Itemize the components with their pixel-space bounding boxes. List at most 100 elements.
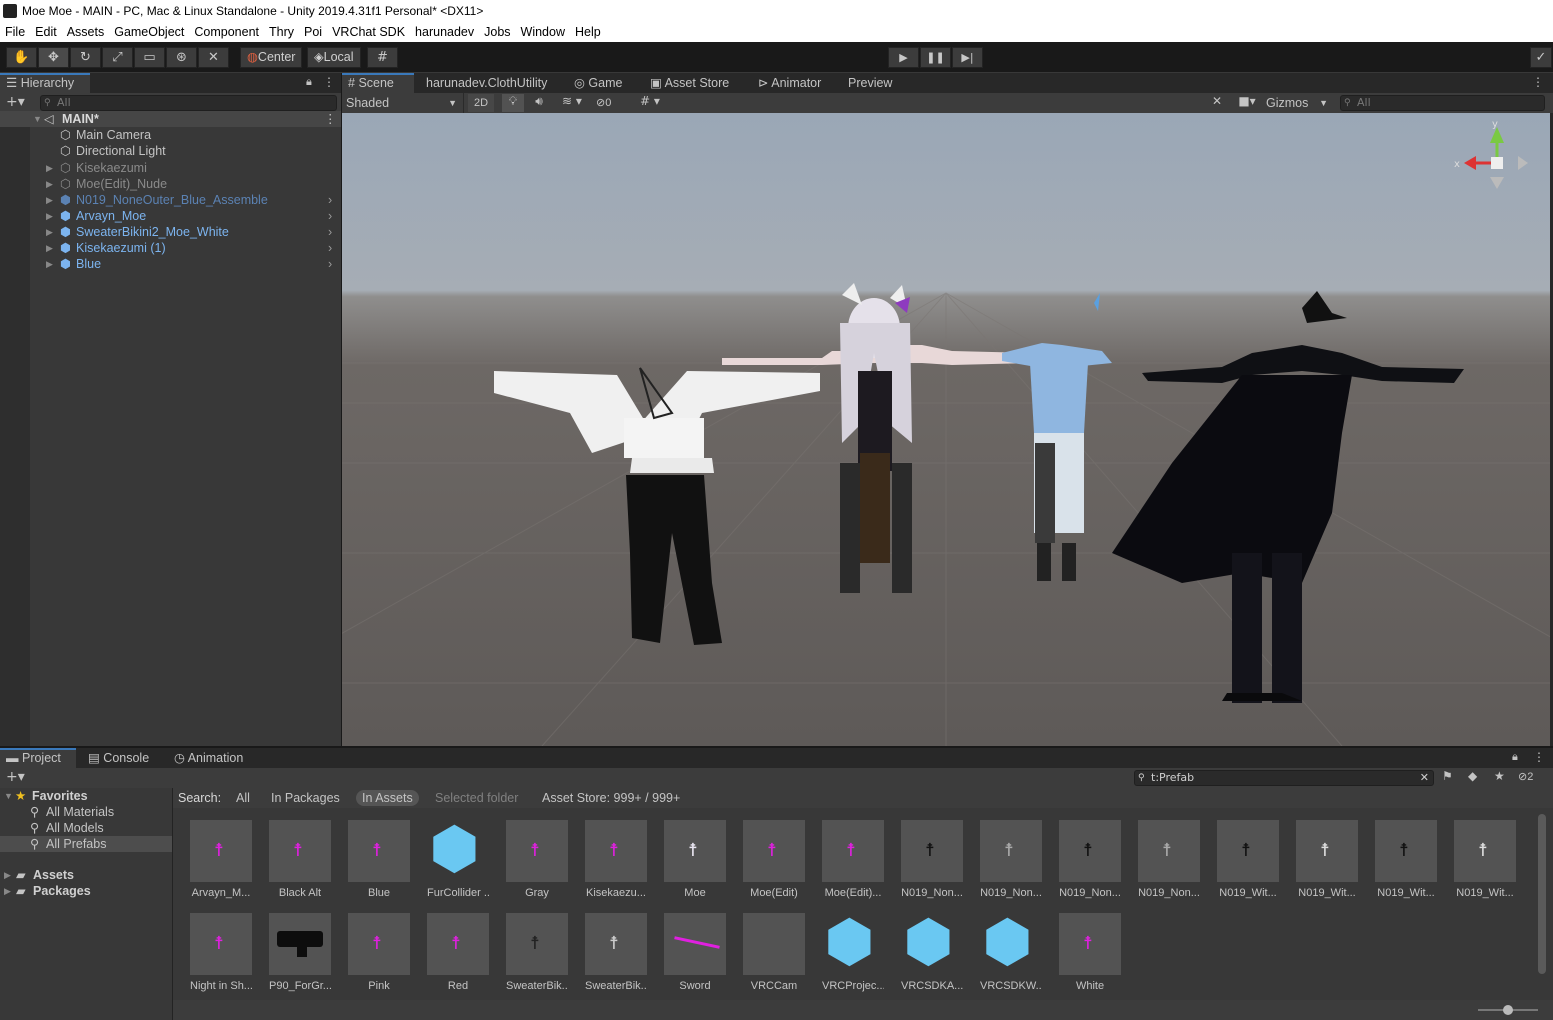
hierarchy-item[interactable]: ▶ ⬡ Kisekaezumi <box>0 160 341 176</box>
audio-toggle-icon[interactable]: 🔊︎ <box>528 94 550 112</box>
effects-dropdown-icon[interactable]: ≋ ▾ <box>554 94 590 112</box>
scope-in-assets[interactable]: In Assets <box>356 790 419 806</box>
scope-selected-folder[interactable]: Selected folder <box>435 788 518 808</box>
rect-tool-icon[interactable]: ▭ <box>134 47 165 68</box>
tab-animation[interactable]: ◷ Animation <box>168 748 249 768</box>
favorites-header[interactable]: ▼ ★ Favorites <box>0 788 172 804</box>
panel-menu-icon[interactable]: ⋮ <box>1532 75 1544 89</box>
clear-search-icon[interactable]: ✕ <box>1420 771 1429 785</box>
hidden-objects-toggle[interactable]: ⊘0 <box>596 94 626 112</box>
asset-item[interactable]: ☨ N019_Wit... <box>1217 820 1279 899</box>
vertical-scrollbar[interactable] <box>1538 814 1546 974</box>
scene-menu-icon[interactable]: ⋮ <box>324 111 337 127</box>
tab-preview[interactable]: Preview <box>842 73 898 93</box>
asset-item[interactable]: ☨ N019_Wit... <box>1375 820 1437 899</box>
asset-item[interactable]: ⬢ FurCollider ... <box>427 816 489 899</box>
grid-dropdown-icon[interactable]: # ▾ <box>632 94 668 112</box>
favorite-star-icon[interactable]: ★ <box>1494 769 1505 783</box>
play-button[interactable]: ▶ <box>888 47 919 68</box>
menu-file[interactable]: File <box>0 22 30 42</box>
collapse-arrow-icon[interactable]: ▶ <box>46 192 53 208</box>
asset-item[interactable]: ☨ N019_Wit... <box>1296 820 1358 899</box>
hierarchy-item[interactable]: ⬡ Main Camera <box>0 127 341 143</box>
asset-item[interactable]: ☨ Red <box>427 913 489 992</box>
hierarchy-item[interactable]: ▶ ⬢ Blue › <box>0 256 341 272</box>
asset-item[interactable]: ☨ White <box>1059 913 1121 992</box>
expand-arrow-icon[interactable]: ▼ <box>4 788 13 804</box>
asset-item[interactable]: ☨ N019_Non... <box>901 820 963 899</box>
asset-item[interactable]: ☨ N019_Wit... <box>1454 820 1516 899</box>
menu-thry[interactable]: Thry <box>264 22 299 42</box>
asset-item[interactable]: ☨ Blue <box>348 820 410 899</box>
tab-scene[interactable]: # Scene <box>342 73 414 93</box>
hierarchy-item[interactable]: ▶ ⬢ SweaterBikini2_Moe_White › <box>0 224 341 240</box>
asset-item[interactable]: ☨ Moe(Edit) <box>743 820 805 899</box>
menu-vrchat-sdk[interactable]: VRChat SDK <box>327 22 410 42</box>
asset-item[interactable]: ☨ N019_Non... <box>1138 820 1200 899</box>
asset-item[interactable]: ☨ N019_Non... <box>980 820 1042 899</box>
create-plus-icon[interactable]: +▾ <box>6 94 25 110</box>
hierarchy-search-input[interactable]: ⚲ All <box>40 95 337 111</box>
pivot-center-button[interactable]: ◍Center <box>240 47 303 68</box>
asset-item[interactable]: ⬢ VRCSDKW... <box>980 909 1042 992</box>
scale-tool-icon[interactable]: ⤢ <box>102 47 133 68</box>
asset-item[interactable]: ☨ N019_Non... <box>1059 820 1121 899</box>
step-button[interactable]: ▶| <box>952 47 983 68</box>
rotate-tool-icon[interactable]: ↻ <box>70 47 101 68</box>
menu-poi[interactable]: Poi <box>299 22 327 42</box>
collapse-arrow-icon[interactable]: ▶ <box>46 256 53 272</box>
search-by-type-icon[interactable]: ⚑ <box>1442 769 1453 783</box>
tab-console[interactable]: ▤ Console <box>82 748 155 768</box>
menu-gameobject[interactable]: GameObject <box>109 22 189 42</box>
scene-search-input[interactable]: ⚲ All <box>1340 95 1545 111</box>
tab-hierarchy[interactable]: ☰ Hierarchy <box>0 73 90 93</box>
scope-in-packages[interactable]: In Packages <box>271 788 340 808</box>
scene-viewport[interactable]: y x <box>342 113 1550 746</box>
asset-item[interactable]: ☨ Moe <box>664 820 726 899</box>
collapse-arrow-icon[interactable]: ▶ <box>46 224 53 240</box>
scope-all[interactable]: All <box>236 788 250 808</box>
lighting-toggle-icon[interactable]: 💡︎ <box>502 94 524 112</box>
hidden-packages-toggle[interactable]: ⊘2 <box>1518 770 1533 783</box>
favorite-item[interactable]: ⚲ All Materials <box>0 804 172 820</box>
collapse-arrow-icon[interactable]: ▶ <box>46 176 53 192</box>
collapse-arrow-icon[interactable]: ▶ <box>4 883 11 899</box>
move-tool-icon[interactable]: ✥ <box>38 47 69 68</box>
hierarchy-item[interactable]: ▶ ⬢ Kisekaezumi (1) › <box>0 240 341 256</box>
2d-toggle[interactable]: 2D <box>468 94 494 112</box>
orientation-gizmo[interactable]: y x <box>1454 119 1528 189</box>
asset-item[interactable]: ☨ SweaterBik... <box>506 913 568 992</box>
menu-jobs[interactable]: Jobs <box>479 22 515 42</box>
hierarchy-item[interactable]: ⬡ Directional Light <box>0 143 341 159</box>
collab-check-icon[interactable]: ✓ <box>1530 47 1552 68</box>
tab-animator[interactable]: ⊳ Animator <box>752 73 827 93</box>
lock-icon[interactable]: 🔒︎ <box>1512 750 1518 764</box>
scene-root-row[interactable]: ▼ ◁ MAIN* ⋮ <box>0 111 341 127</box>
lock-icon[interactable]: 🔒︎ <box>306 75 312 89</box>
tab-game[interactable]: ◎ Game <box>568 73 628 93</box>
panel-menu-icon[interactable]: ⋮ <box>1533 750 1545 764</box>
asset-item[interactable]: ☨ Black Alt <box>269 820 331 899</box>
asset-item[interactable]: ⬢ VRCSDKA... <box>901 909 963 992</box>
tab-cloth-utility[interactable]: harunadev.ClothUtility <box>420 73 553 93</box>
panel-menu-icon[interactable]: ⋮ <box>323 75 335 89</box>
hierarchy-item[interactable]: ▶ ⬢ Arvayn_Moe › <box>0 208 341 224</box>
favorite-item-selected[interactable]: ⚲ All Prefabs <box>0 836 172 852</box>
asset-store-count[interactable]: Asset Store: 999+ / 999+ <box>542 788 680 808</box>
menu-component[interactable]: Component <box>189 22 264 42</box>
asset-item[interactable]: ☨ Arvayn_M... <box>190 820 252 899</box>
collapse-arrow-icon[interactable]: ▶ <box>46 208 53 224</box>
asset-item[interactable]: ☨ SweaterBik... <box>585 913 647 992</box>
tools-icon[interactable]: ✕ <box>1206 94 1228 112</box>
asset-item[interactable]: ☨ Pink <box>348 913 410 992</box>
shading-mode-dropdown[interactable]: Shaded ▼ <box>342 93 464 113</box>
panel-divider[interactable] <box>341 73 342 746</box>
grid-snap-icon[interactable]: # <box>367 47 398 68</box>
expand-arrow-icon[interactable]: ▼ <box>33 111 42 127</box>
favorite-item[interactable]: ⚲ All Models <box>0 820 172 836</box>
chevron-right-icon[interactable]: › <box>328 224 332 240</box>
hand-tool-icon[interactable]: ✋ <box>6 47 37 68</box>
folder-item[interactable]: ▶ ▰ Assets <box>0 867 172 883</box>
collapse-arrow-icon[interactable]: ▶ <box>46 160 53 176</box>
chevron-right-icon[interactable]: › <box>328 240 332 256</box>
